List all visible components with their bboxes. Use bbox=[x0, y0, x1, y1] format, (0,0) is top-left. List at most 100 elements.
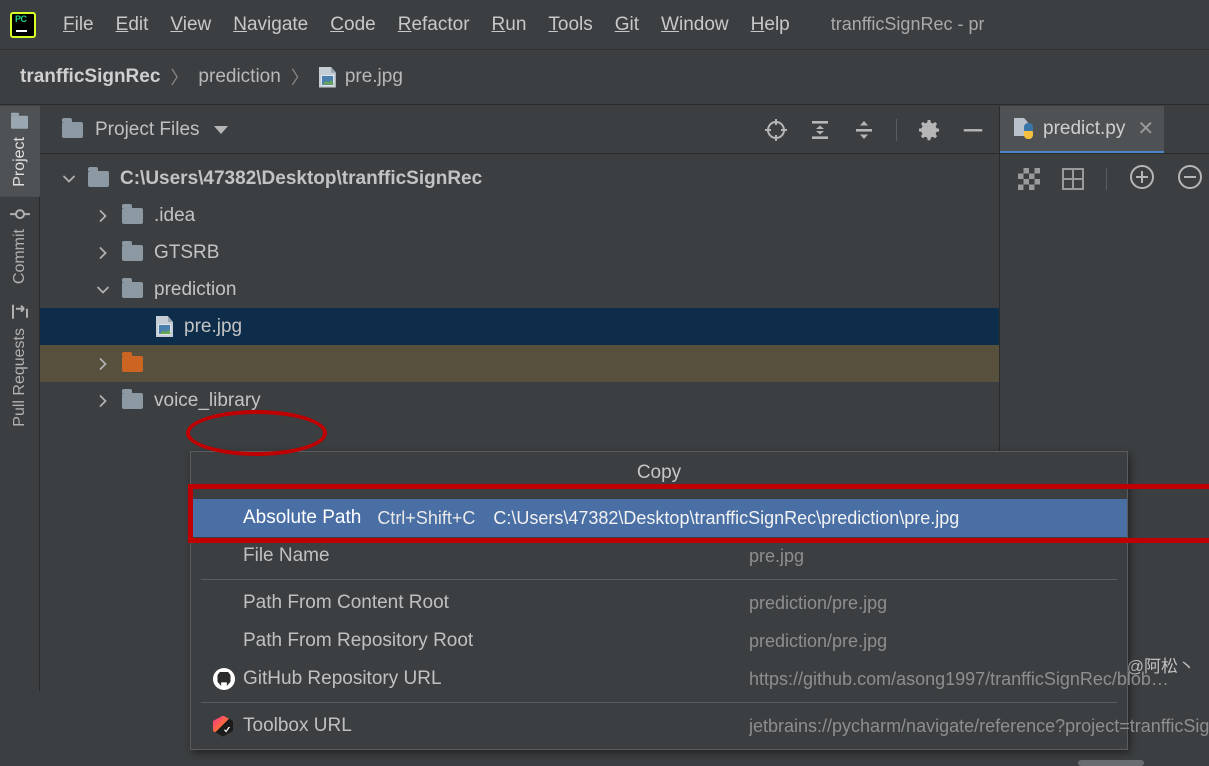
copy-context-menu[interactable]: Copy Absolute Path Ctrl+Shift+C C:\Users\4… bbox=[190, 451, 1209, 750]
folder-icon bbox=[62, 117, 83, 138]
tree-row-label: voice_library bbox=[154, 389, 261, 411]
context-menu-item-value: prediction/pre.jpg bbox=[749, 592, 888, 613]
pycharm-logo-icon: PC bbox=[10, 11, 36, 38]
tree-row[interactable]: C:\Users\47382\Desktop\tranfficSignRec bbox=[40, 160, 999, 197]
breadcrumb-folder[interactable]: prediction bbox=[198, 66, 280, 88]
tree-row[interactable]: pre.jpg bbox=[40, 308, 999, 345]
breadcrumb-separator: 〉 bbox=[290, 68, 309, 88]
sidebar-item-pull-requests[interactable]: Pull Requests bbox=[0, 294, 40, 437]
menu-window[interactable]: Window bbox=[650, 12, 740, 38]
zoom-out-icon[interactable] bbox=[1177, 164, 1203, 195]
context-menu-item-label: Path From Repository Root bbox=[243, 630, 474, 651]
chevron-down-icon[interactable] bbox=[58, 172, 80, 186]
sidebar-item-commit[interactable]: Commit bbox=[0, 197, 40, 294]
folder-icon bbox=[122, 351, 143, 372]
context-menu-item-value: jetbrains://pycharm/navigate/reference?p… bbox=[749, 715, 1209, 736]
commit-icon bbox=[9, 207, 30, 221]
menu-refactor[interactable]: Refactor bbox=[387, 12, 481, 38]
hide-minus-icon[interactable] bbox=[961, 118, 985, 142]
context-menu-item-icon bbox=[213, 715, 243, 737]
zoom-in-icon[interactable] bbox=[1129, 164, 1155, 195]
menu-run[interactable]: Run bbox=[481, 12, 538, 38]
tree-row-label: GTSRB bbox=[154, 241, 220, 263]
menu-git[interactable]: Git bbox=[604, 12, 650, 38]
horizontal-scrollbar[interactable] bbox=[1078, 760, 1144, 766]
settings-gear-icon[interactable] bbox=[917, 118, 941, 142]
menu-help[interactable]: Help bbox=[740, 12, 801, 38]
context-menu-separator bbox=[201, 579, 1117, 580]
github-icon bbox=[213, 668, 235, 690]
image-viewer-toolbar bbox=[1000, 154, 1209, 204]
sidebar-item-project[interactable]: Project bbox=[0, 106, 40, 197]
folder-icon bbox=[122, 203, 143, 224]
breadcrumb-separator: 〉 bbox=[170, 68, 189, 88]
folder-icon bbox=[122, 240, 143, 261]
tree-row[interactable]: prediction bbox=[40, 271, 999, 308]
project-panel-header: Project Files bbox=[40, 106, 999, 154]
sidebar-item-label: Project bbox=[10, 137, 28, 187]
folder-icon bbox=[11, 116, 28, 129]
context-menu-item-shortcut: Ctrl+Shift+C bbox=[377, 507, 476, 528]
chevron-right-icon[interactable] bbox=[92, 209, 114, 223]
sidebar-item-label: Commit bbox=[10, 228, 28, 284]
tree-row[interactable]: GTSRB bbox=[40, 234, 999, 271]
context-menu-item-label: File Name bbox=[243, 545, 330, 566]
context-menu-item-value: https://github.com/asong1997/tranfficSig… bbox=[749, 668, 1169, 689]
grid-icon[interactable] bbox=[1062, 168, 1084, 190]
context-menu-item[interactable]: GitHub Repository URL https://github.com/… bbox=[191, 660, 1169, 698]
select-opened-file-icon[interactable] bbox=[764, 118, 788, 142]
breadcrumb-file[interactable]: pre.jpg bbox=[345, 66, 403, 88]
context-menu-item-value: prediction/pre.jpg bbox=[749, 630, 888, 651]
chevron-right-icon[interactable] bbox=[92, 394, 114, 408]
tree-row-label: .idea bbox=[154, 204, 196, 226]
chevron-down-icon[interactable] bbox=[92, 283, 114, 297]
toolbar-divider bbox=[896, 118, 897, 141]
menu-view[interactable]: View bbox=[159, 12, 222, 38]
project-panel-toolbar bbox=[764, 118, 985, 142]
context-menu-item-label: Path From Content Root bbox=[243, 592, 449, 613]
menu-items: File Edit View Navigate Code Refactor Run Tools… bbox=[52, 12, 801, 38]
pycharm-logo-bar bbox=[16, 29, 27, 32]
tree-row[interactable]: .idea bbox=[40, 197, 999, 234]
chevron-right-icon[interactable] bbox=[92, 246, 114, 260]
tree-row-label: pre.jpg bbox=[184, 315, 243, 337]
close-icon[interactable]: ✕ bbox=[1137, 116, 1154, 141]
folder-icon bbox=[122, 277, 143, 298]
sidebar-item-label: Pull Requests bbox=[10, 327, 28, 427]
python-file-icon bbox=[1014, 118, 1033, 139]
chevron-down-icon[interactable] bbox=[213, 125, 228, 134]
pycharm-logo-text: PC bbox=[15, 13, 27, 24]
context-menu-item[interactable]: Absolute Path Ctrl+Shift+C C:\Users\47382\… bbox=[191, 499, 1127, 537]
menu-file[interactable]: File bbox=[52, 12, 105, 38]
project-panel-title: Project Files bbox=[95, 118, 200, 140]
folder-icon bbox=[122, 388, 143, 409]
context-menu-header: Copy bbox=[636, 462, 682, 483]
tab-predict-py[interactable]: predict.py ✕ bbox=[1000, 106, 1165, 153]
menu-tools[interactable]: Tools bbox=[537, 12, 603, 38]
tree-row-label: prediction bbox=[154, 278, 237, 300]
context-menu-item[interactable]: Toolbox URL jetbrains://pycharm/navigate/… bbox=[191, 707, 1209, 745]
context-menu-item[interactable]: File Name pre.jpg bbox=[191, 537, 1127, 575]
chevron-right-icon[interactable] bbox=[92, 357, 114, 371]
breadcrumb-project[interactable]: tranfficSignRec bbox=[20, 66, 160, 88]
tree-row[interactable]: voice_library bbox=[40, 382, 999, 419]
context-menu-item[interactable]: Path From Repository Root prediction/pre.… bbox=[191, 622, 1127, 660]
window-title: tranfficSignRec - pr bbox=[830, 14, 985, 34]
image-file-icon bbox=[318, 66, 336, 88]
context-menu-item-label: Absolute Path bbox=[243, 507, 362, 528]
menu-bar: PC File Edit View Navigate Code Refactor Run To… bbox=[0, 0, 1209, 50]
context-menu-item[interactable]: Path From Content Root prediction/pre.jpg bbox=[191, 584, 1127, 622]
context-menu-separator bbox=[201, 702, 1117, 703]
tree-row-label: C:\Users\47382\Desktop\tranfficSignRec bbox=[120, 167, 483, 189]
tree-row[interactable] bbox=[40, 345, 999, 382]
menu-code[interactable]: Code bbox=[319, 12, 386, 38]
pull-request-icon bbox=[10, 304, 30, 320]
expand-all-icon[interactable] bbox=[808, 118, 832, 142]
menu-navigate[interactable]: Navigate bbox=[222, 12, 319, 38]
menu-edit[interactable]: Edit bbox=[105, 12, 160, 38]
context-menu-gap bbox=[191, 491, 1127, 499]
transparency-checker-icon[interactable] bbox=[1018, 168, 1040, 190]
context-menu-item-value: pre.jpg bbox=[749, 545, 805, 566]
context-menu-item-value: C:\Users\47382\Desktop\tranfficSignRec\p… bbox=[493, 507, 960, 528]
collapse-all-icon[interactable] bbox=[852, 118, 876, 142]
